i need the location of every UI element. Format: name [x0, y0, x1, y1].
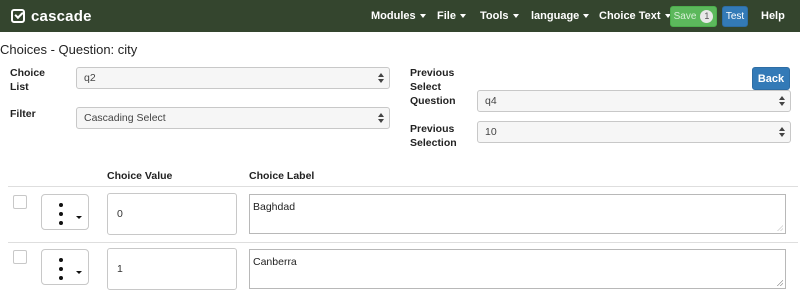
select-arrows-icon: [378, 113, 384, 124]
choice-value-input[interactable]: 0: [107, 193, 237, 235]
previous-selection-value: 10: [485, 126, 497, 138]
menu-choice-text[interactable]: Choice Text: [599, 0, 671, 32]
menu-language[interactable]: language: [531, 0, 590, 32]
select-arrows-icon: [779, 127, 785, 138]
choice-list-select[interactable]: q2: [76, 67, 390, 89]
help-link[interactable]: Help: [761, 0, 785, 32]
caret-down-icon: [76, 216, 82, 219]
choice-value-input[interactable]: 1: [107, 248, 237, 290]
menu-tools[interactable]: Tools: [480, 0, 519, 32]
caret-down-icon: [76, 271, 82, 274]
brand-link[interactable]: cascade: [11, 7, 92, 25]
choice-value-header: Choice Value: [107, 170, 173, 182]
brand-name: cascade: [31, 7, 92, 25]
top-navbar: cascade Modules File Tools language Choi…: [0, 0, 800, 32]
select-arrows-icon: [779, 96, 785, 107]
choice-label-textarea[interactable]: Canberra: [249, 249, 786, 289]
header-divider: [8, 186, 798, 187]
choice-label-text: Canberra: [253, 256, 297, 268]
filter-label: Filter: [10, 108, 36, 120]
save-label: Save: [673, 11, 697, 22]
back-button[interactable]: Back: [752, 67, 790, 90]
caret-down-icon: [419, 14, 426, 19]
previous-selection-select[interactable]: 10: [477, 121, 791, 143]
resize-grip-icon[interactable]: [777, 280, 783, 286]
choice-label-textarea[interactable]: Baghdad: [249, 194, 786, 234]
row-divider: [8, 242, 798, 243]
select-arrows-icon: [378, 73, 384, 84]
row-menu-button[interactable]: [41, 249, 89, 285]
filter-value: Cascading Select: [84, 112, 166, 124]
test-button[interactable]: Test: [722, 6, 748, 27]
vertical-dots-icon: [59, 203, 63, 225]
filter-select[interactable]: Cascading Select: [76, 107, 390, 129]
caret-down-icon: [583, 14, 590, 19]
row-select-checkbox[interactable]: [13, 195, 27, 209]
previous-select-question-label: Previous Select Question: [410, 67, 456, 107]
page-title: Choices - Question: city: [0, 42, 138, 57]
vertical-dots-icon: [59, 258, 63, 280]
menu-file[interactable]: File: [437, 0, 466, 32]
previous-select-question-value: q4: [485, 95, 497, 107]
caret-down-icon: [459, 14, 466, 19]
choice-label-text: Baghdad: [253, 201, 296, 213]
save-count-badge: 1: [700, 10, 714, 23]
save-button[interactable]: Save 1: [670, 6, 717, 27]
choice-label-header: Choice Label: [249, 170, 315, 182]
choice-list-label: Choice List: [10, 67, 46, 93]
resize-grip-icon[interactable]: [777, 225, 783, 231]
choice-list-value: q2: [84, 72, 96, 84]
row-menu-button[interactable]: [41, 194, 89, 230]
check-square-icon: [11, 9, 25, 23]
row-select-checkbox[interactable]: [13, 250, 27, 264]
previous-select-question-select[interactable]: q4: [477, 90, 791, 112]
previous-selection-label: Previous Selection: [410, 123, 457, 149]
menu-modules[interactable]: Modules: [371, 0, 426, 32]
caret-down-icon: [512, 14, 519, 19]
